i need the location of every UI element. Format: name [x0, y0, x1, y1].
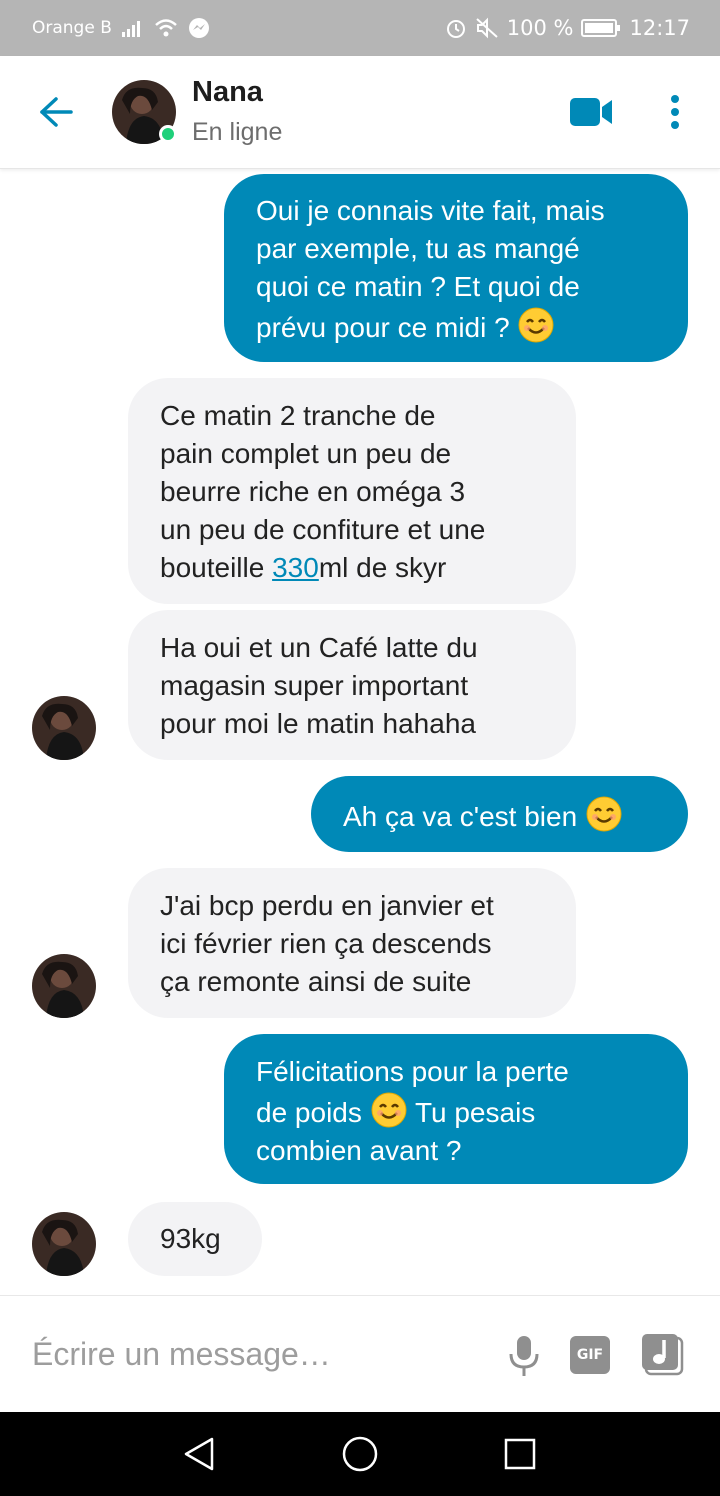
avatar-photo [32, 1212, 96, 1276]
circle-home-icon [342, 1436, 378, 1472]
message-input[interactable]: Écrire un message… [32, 1336, 331, 1373]
status-right: 100 % 12:17 [445, 16, 690, 40]
message-line: J'ai bcp perdu en janvier et [160, 890, 494, 921]
more-options-button[interactable] [660, 92, 690, 132]
message-line: ça remonte ainsi de suite [160, 966, 472, 997]
message-line: combien avant ? [256, 1135, 462, 1166]
status-left: Orange B [32, 17, 210, 39]
music-note-icon [642, 1334, 684, 1376]
status-bar: Orange B 100 % 12:17 [0, 0, 720, 56]
message-line: Félicitations pour la perte [256, 1056, 569, 1087]
alarm-icon [445, 17, 467, 39]
sender-avatar[interactable] [32, 696, 96, 760]
contact-name[interactable]: Nana [192, 76, 263, 109]
message-line: pain complet un peu de [160, 438, 452, 469]
smiling-face-emoji [586, 796, 622, 832]
message-line: Oui je connais vite fait, mais [256, 195, 605, 226]
message-line: de poids Tu pesais [256, 1091, 656, 1132]
message-line: ici février rien ça descends [160, 928, 492, 959]
wifi-icon [154, 18, 178, 38]
microphone-icon [509, 1336, 539, 1376]
message-text: ml de skyr [318, 552, 447, 583]
message-line: Ah ça va c'est bien [343, 795, 656, 836]
message-bubble-outgoing[interactable]: Oui je connais vite fait, mais par exemp… [224, 174, 688, 362]
avatar-photo [32, 954, 96, 1018]
chat-header: Nana En ligne [0, 56, 720, 169]
message-composer: Écrire un message… GIF [0, 1295, 720, 1412]
sender-avatar[interactable] [32, 954, 96, 1018]
music-button[interactable] [640, 1332, 684, 1376]
mute-icon [475, 17, 499, 39]
nav-back-button[interactable] [180, 1434, 220, 1474]
message-line: pour moi le matin hahaha [160, 708, 476, 739]
video-call-button[interactable] [568, 94, 616, 130]
triangle-back-icon [184, 1437, 214, 1471]
messenger-notification-icon [188, 17, 210, 39]
message-text: Ah ça va c'est bien [343, 801, 578, 832]
message-line: prévu pour ce midi ? [256, 306, 656, 347]
smiling-face-emoji [371, 1092, 407, 1128]
gif-button[interactable]: GIF [570, 1336, 610, 1374]
online-indicator [159, 125, 177, 143]
sender-avatar[interactable] [32, 1212, 96, 1276]
clock: 12:17 [629, 16, 690, 40]
message-bubble-outgoing[interactable]: Félicitations pour la perte de poids Tu … [224, 1034, 688, 1184]
message-text: prévu pour ce midi ? [256, 312, 510, 343]
message-line: bouteille 330ml de skyr [160, 549, 544, 587]
message-bubble-outgoing[interactable]: Ah ça va c'est bien [311, 776, 688, 852]
battery-percentage: 100 % [506, 16, 574, 40]
message-line: Ha oui et un Café latte du [160, 632, 478, 663]
message-line: magasin super important [160, 670, 469, 701]
message-line: quoi ce matin ? Et quoi de [256, 271, 580, 302]
message-bubble-incoming[interactable]: Ce matin 2 tranche de pain complet un pe… [128, 378, 576, 604]
message-line: un peu de confiture et une [160, 514, 486, 545]
message-bubble-incoming[interactable]: J'ai bcp perdu en janvier et ici février… [128, 868, 576, 1018]
message-line: par exemple, tu as mangé [256, 233, 580, 264]
more-vertical-icon [671, 95, 679, 129]
carrier-name: Orange B [32, 18, 112, 38]
message-line: 93kg [160, 1223, 221, 1254]
voice-message-button[interactable] [506, 1334, 542, 1378]
message-bubble-incoming[interactable]: Ha oui et un Café latte du magasin super… [128, 610, 576, 760]
battery-icon [581, 18, 621, 38]
smiling-face-emoji [518, 307, 554, 343]
message-line: beurre riche en oméga 3 [160, 476, 466, 507]
arrow-left-icon [40, 97, 73, 127]
number-link[interactable]: 330 [272, 552, 319, 583]
back-button[interactable] [34, 92, 78, 132]
nav-home-button[interactable] [340, 1434, 380, 1474]
nav-recents-button[interactable] [502, 1436, 538, 1472]
message-text: bouteille [160, 552, 265, 583]
system-navigation-bar [0, 1412, 720, 1496]
signal-icon [121, 19, 144, 37]
video-camera-icon [570, 98, 612, 126]
message-text: Tu pesais [414, 1097, 536, 1128]
message-text: de poids [256, 1097, 362, 1128]
message-line: Ce matin 2 tranche de [160, 400, 436, 431]
square-recents-icon [504, 1438, 536, 1470]
contact-status: En ligne [192, 118, 283, 146]
avatar-photo [32, 696, 96, 760]
message-bubble-incoming[interactable]: 93kg [128, 1202, 262, 1276]
